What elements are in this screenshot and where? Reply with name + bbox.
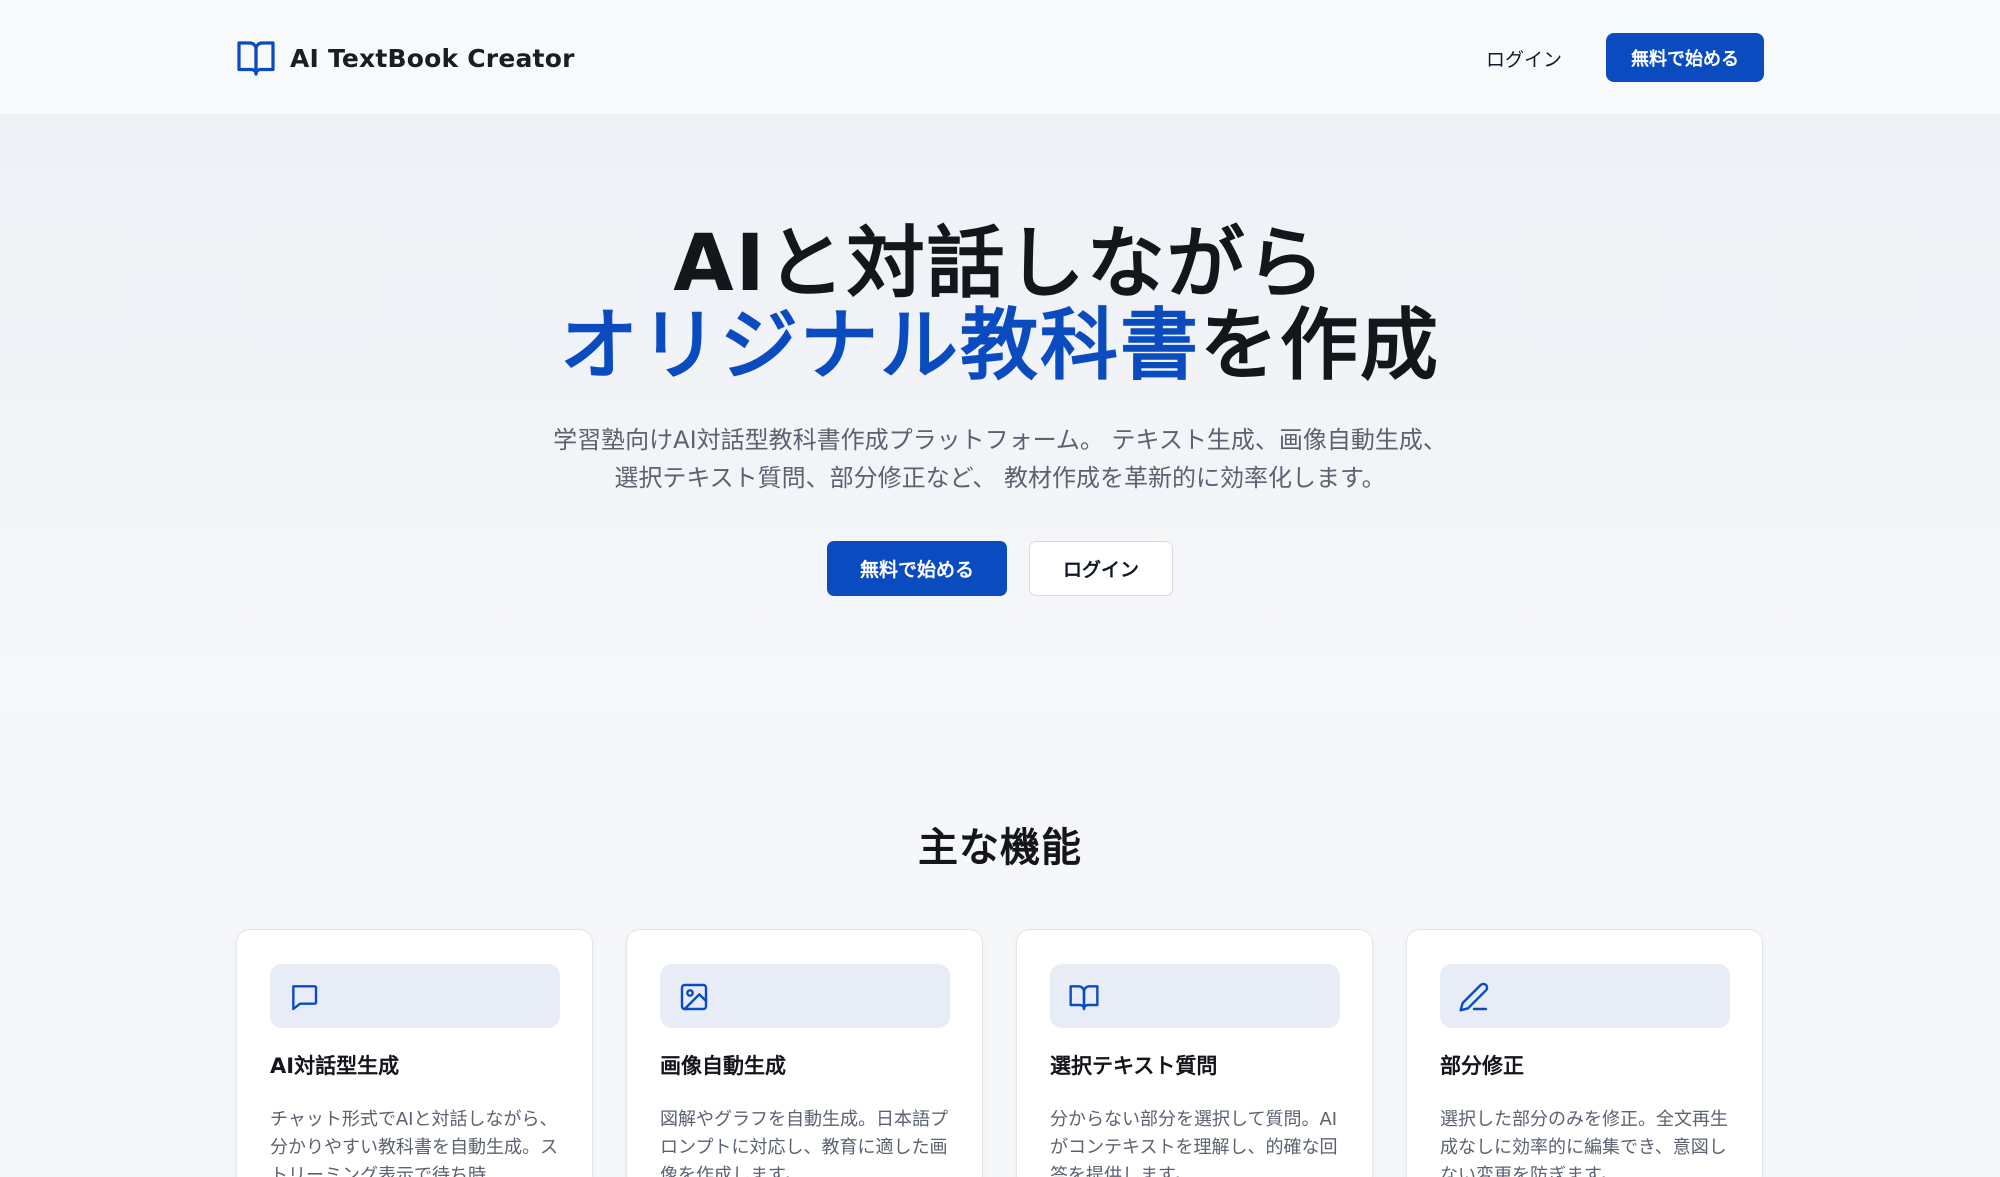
hero-title-accent: オリジナル教科書 [559,301,1200,391]
feature-card-partial-edit: 部分修正 選択した部分のみを修正。全文再生成なしに効率的に編集でき、意図しない変… [1406,929,1763,1177]
hero-signup-button[interactable]: 無料で始める [827,541,1007,596]
chat-bubble-icon [292,985,318,1011]
hero-section: AIと対話しながら オリジナル教科書を作成 学習塾向けAI対話型教科書作成プラッ… [0,115,2000,705]
feature-icon-box [1050,964,1340,1028]
hero-title: AIと対話しながら オリジナル教科書を作成 [0,223,2000,387]
feature-description: チャット形式でAIと対話しながら、分かりやすい教科書を自動生成。ストリーミング表… [270,1109,558,1177]
pencil-icon [1459,982,1489,1012]
hero-title-line1: AIと対話しながら [673,219,1327,309]
open-book-icon [1069,985,1099,1011]
feature-title: AI対話型生成 [270,1054,400,1078]
header-login-link[interactable]: ログイン [1466,35,1582,81]
site-header: AI TextBook Creator ログイン 無料で始める [0,0,2000,115]
hero-title-rest: を作成 [1200,301,1441,391]
open-book-icon [236,39,276,77]
brand-name: AI TextBook Creator [290,43,575,73]
feature-title: 選択テキスト質問 [1050,1054,1218,1078]
feature-icon-box [660,964,950,1028]
feature-description: 選択した部分のみを修正。全文再生成なしに効率的に編集でき、意図しない変更を防ぎま… [1440,1109,1728,1177]
feature-description: 図解やグラフを自動生成。日本語プロンプトに対応し、教育に適した画像を作成します。 [660,1109,948,1177]
feature-title: 画像自動生成 [660,1054,786,1078]
feature-icon-box [1440,964,1730,1028]
hero-title-line2: オリジナル教科書を作成 [0,305,2000,387]
hero-subtitle: 学習塾向けAI対話型教科書作成プラットフォーム。 テキスト生成、画像自動生成、 … [0,421,2000,497]
feature-icon-box [270,964,560,1028]
feature-card-ai-chat: AI対話型生成 チャット形式でAIと対話しながら、分かりやすい教科書を自動生成。… [236,929,593,1177]
hero-login-button[interactable]: ログイン [1029,541,1173,596]
hero-subtitle-line2: 選択テキスト質問、部分修正など、 教材作成を革新的に効率化します。 [614,464,1386,492]
brand-logo[interactable]: AI TextBook Creator [236,36,575,80]
header-signup-button[interactable]: 無料で始める [1606,33,1764,82]
feature-title: 部分修正 [1440,1054,1524,1078]
feature-card-image-gen: 画像自動生成 図解やグラフを自動生成。日本語プロンプトに対応し、教育に適した画像… [626,929,983,1177]
features-title: 主な機能 [918,825,1082,871]
feature-card-text-question: 選択テキスト質問 分からない部分を選択して質問。AIがコンテキストを理解し、的確… [1016,929,1373,1177]
hero-subtitle-line1: 学習塾向けAI対話型教科書作成プラットフォーム。 テキスト生成、画像自動生成、 [553,426,1447,454]
feature-description: 分からない部分を選択して質問。AIがコンテキストを理解し、的確な回答を提供します… [1050,1109,1338,1177]
image-icon [680,983,708,1011]
